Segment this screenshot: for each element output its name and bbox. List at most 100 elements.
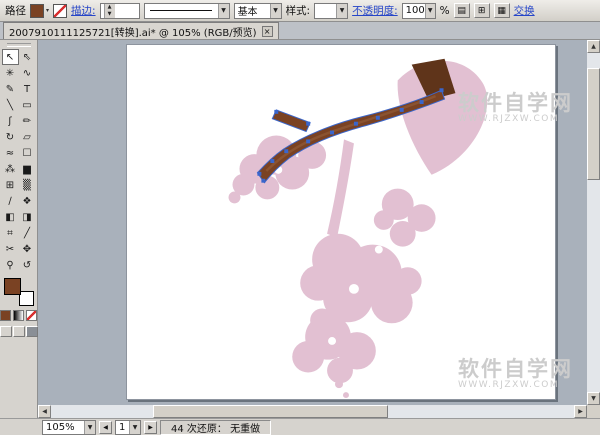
brush-definition-combo[interactable]: 基本 ▼ — [234, 3, 282, 19]
none-mode-button[interactable] — [26, 310, 37, 321]
brush-dropdown-icon[interactable]: ▼ — [218, 4, 229, 18]
stroke-link[interactable]: 描边: — [71, 3, 96, 18]
stroke-weight-spinner[interactable]: ▲ ▼ — [104, 4, 115, 18]
document-setup-icon[interactable]: ▤ — [454, 3, 470, 18]
zoom-combo[interactable]: 105% ▼ — [42, 420, 96, 435]
opacity-combo[interactable]: 100 ▼ — [402, 3, 436, 19]
style-combo[interactable]: ▼ — [314, 3, 348, 19]
selection-tool[interactable]: ↖ — [2, 49, 19, 65]
live-paint-selection-tool[interactable]: ◨ — [19, 209, 36, 225]
crop-area-tool[interactable]: ⌗ — [2, 225, 19, 241]
scale-tool[interactable]: ▱ — [19, 129, 36, 145]
tool-grid: ↖⇖✳∿✎T╲▭ʃ✏↻▱≈☐⁂▆⊞▒∕❖◧◨⌗╱✂✥⚲↺ — [2, 49, 36, 273]
control-bar: 路径 ▾ 描边: ▲ ▼ ▼ 基本 ▼ 样式: ▼ 不透明度: 100 ▼ — [0, 0, 600, 22]
scroll-up-icon[interactable]: ▲ — [587, 40, 600, 53]
opacity-unit-label: % — [440, 5, 450, 17]
toolbox-panel: ↖⇖✳∿✎T╲▭ʃ✏↻▱≈☐⁂▆⊞▒∕❖◧◨⌗╱✂✥⚲↺ — [0, 40, 38, 418]
style-dropdown-icon[interactable]: ▼ — [336, 4, 347, 18]
prev-page-icon[interactable]: ◀ — [99, 421, 112, 434]
normal-screen-mode-button[interactable] — [0, 326, 12, 337]
tab-close-icon[interactable]: × — [262, 26, 273, 37]
undo-status-text: 44 次还原： 无重做 — [171, 420, 260, 435]
rectangle-tool[interactable]: ▭ — [19, 97, 36, 113]
grid-icon[interactable]: ⊞ — [474, 3, 490, 18]
lasso-tool[interactable]: ∿ — [19, 65, 36, 81]
document-tab[interactable]: 2007910111125721[转换].ai* @ 105% (RGB/预览)… — [3, 22, 279, 39]
scissors-tool[interactable]: ✂ — [2, 241, 19, 257]
mesh-tool[interactable]: ⊞ — [2, 177, 19, 193]
swap-link[interactable]: 交换 — [514, 3, 535, 18]
eyedropper-tool[interactable]: ∕ — [2, 193, 19, 209]
paint-mode-row — [0, 310, 37, 321]
scroll-right-icon[interactable]: ▶ — [574, 405, 587, 418]
slice-tool[interactable]: ╱ — [19, 225, 36, 241]
scroll-left-icon[interactable]: ◀ — [38, 405, 51, 418]
zoom-dropdown-icon[interactable]: ▼ — [84, 421, 95, 434]
color-mode-button[interactable] — [0, 310, 11, 321]
columns-icon[interactable]: ▦ — [494, 3, 510, 18]
pencil-tool[interactable]: ✏ — [19, 113, 36, 129]
illustrator-window: 路径 ▾ 描边: ▲ ▼ ▼ 基本 ▼ 样式: ▼ 不透明度: 100 ▼ — [0, 0, 600, 435]
gradient-mode-button[interactable] — [13, 310, 24, 321]
pen-tool[interactable]: ✎ — [2, 81, 19, 97]
blend-tool[interactable]: ❖ — [19, 193, 36, 209]
magic-wand-tool[interactable]: ✳ — [2, 65, 19, 81]
symbol-sprayer-tool[interactable]: ⁂ — [2, 161, 19, 177]
stroke-weight-combo[interactable]: ▲ ▼ — [100, 3, 140, 19]
zoom-tool[interactable]: ⚲ — [2, 257, 19, 273]
page-value: 1 — [119, 422, 125, 433]
stem-shape — [327, 139, 354, 237]
screen-mode-row — [0, 326, 38, 337]
artboard[interactable] — [126, 44, 556, 400]
rotate-tool[interactable]: ↻ — [2, 129, 19, 145]
direct-selection-tool[interactable]: ⇖ — [19, 49, 36, 65]
free-transform-tool[interactable]: ☐ — [19, 145, 36, 161]
selected-object-label: 路径 — [5, 3, 26, 18]
fullscreen-mode-button[interactable] — [26, 326, 38, 337]
brush-definition-value: 基本 — [238, 3, 258, 18]
zoom-value: 105% — [46, 422, 75, 433]
fill-dropdown-icon[interactable]: ▾ — [46, 7, 49, 14]
opacity-dropdown-icon[interactable]: ▼ — [425, 4, 435, 18]
artwork-canvas[interactable] — [127, 45, 555, 399]
horizontal-scrollbar[interactable]: ◀ ▶ — [38, 405, 587, 418]
fill-stroke-indicator[interactable] — [4, 278, 34, 306]
next-page-icon[interactable]: ▶ — [144, 421, 157, 434]
opacity-value: 100 — [406, 5, 425, 16]
page-field[interactable]: 1 ▼ — [115, 420, 141, 435]
rotate-view-tool[interactable]: ↺ — [19, 257, 36, 273]
opacity-link[interactable]: 不透明度: — [352, 3, 398, 18]
line-segment-tool[interactable]: ╲ — [2, 97, 19, 113]
status-bar: 105% ▼ ◀ 1 ▼ ▶ 44 次还原： 无重做 — [0, 418, 600, 435]
spin-down-icon[interactable]: ▼ — [105, 11, 115, 18]
document-tab-bar: 2007910111125721[转换].ai* @ 105% (RGB/预览)… — [0, 22, 600, 40]
hand-tool[interactable]: ✥ — [19, 241, 36, 257]
type-tool[interactable]: T — [19, 81, 36, 97]
fill-swatch[interactable] — [4, 278, 21, 295]
brush-definition-dropdown-icon[interactable]: ▼ — [270, 4, 281, 18]
column-graph-tool[interactable]: ▆ — [19, 161, 36, 177]
toolbox-grip[interactable] — [7, 43, 31, 47]
document-tab-title: 2007910111125721[转换].ai* @ 105% (RGB/预览) — [9, 24, 257, 39]
vertical-scroll-thumb[interactable] — [587, 68, 600, 180]
live-paint-bucket-tool[interactable]: ◧ — [2, 209, 19, 225]
scrollbar-corner — [587, 405, 600, 418]
style-label: 样式: — [286, 3, 311, 18]
fullscreen-menu-mode-button[interactable] — [13, 326, 25, 337]
fill-color-swatch[interactable] — [30, 4, 44, 18]
canvas-area[interactable]: 软件自学网 WWW.RJZXW.COM 软件自学网 WWW.RJZXW.COM … — [38, 40, 600, 418]
scroll-down-icon[interactable]: ▼ — [587, 392, 600, 405]
horizontal-scroll-thumb[interactable] — [153, 405, 388, 418]
brush-preview-combo[interactable]: ▼ — [144, 3, 230, 19]
stroke-color-swatch[interactable] — [53, 4, 67, 18]
undo-status-field: 44 次还原： 无重做 — [160, 420, 271, 435]
spin-up-icon[interactable]: ▲ — [105, 4, 115, 11]
gradient-tool[interactable]: ▒ — [19, 177, 36, 193]
paintbrush-tool[interactable]: ʃ — [2, 113, 19, 129]
blossom-group[interactable] — [229, 61, 488, 398]
vertical-scrollbar[interactable]: ▲ ▼ — [587, 40, 600, 405]
page-dropdown-icon[interactable]: ▼ — [129, 421, 140, 434]
stroke-swatch[interactable] — [19, 291, 34, 306]
warp-tool[interactable]: ≈ — [2, 145, 19, 161]
brush-stroke-line — [150, 10, 212, 11]
